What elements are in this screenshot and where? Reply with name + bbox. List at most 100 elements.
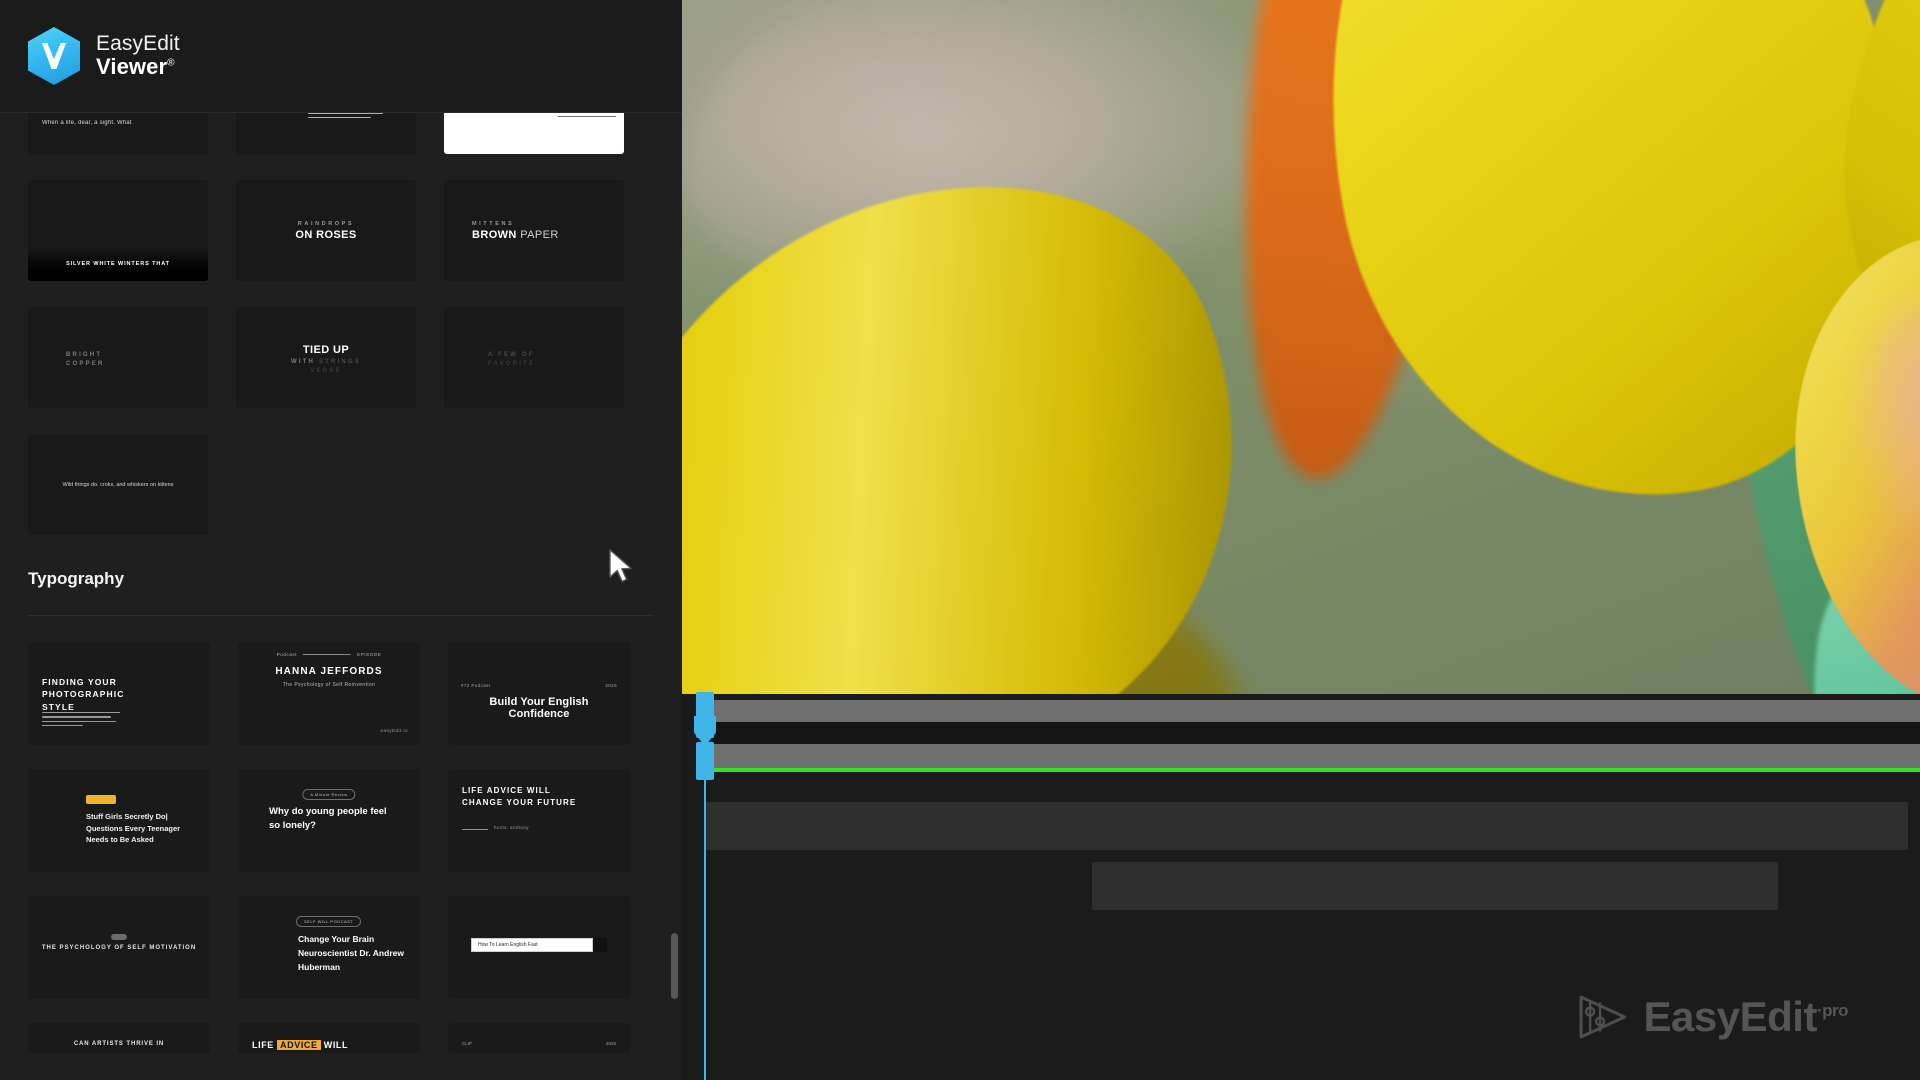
card-line-1: A FEW OF	[488, 351, 535, 358]
card-title: BROWN PAPER	[472, 228, 559, 241]
badge-highlight	[86, 795, 116, 804]
headline-highlight: ADVICE	[277, 1040, 321, 1050]
templates-grid: When a life, dear, a sight. What SILVER …	[28, 113, 654, 535]
app-root: EasyEdit Viewer® When a life, dear, a si…	[0, 0, 1920, 1080]
meta-right: 2025	[605, 683, 617, 689]
card-headline-line-1: LIFE ADVICE WILL	[462, 786, 551, 795]
registered-mark: ®	[167, 58, 175, 70]
lower-third-bar: SILVER WHITE WINTERS THAT	[28, 247, 208, 281]
card-subtitle: WITH STRINGS	[290, 358, 362, 365]
template-card-raindrops-on-roses[interactable]: RAINDROPS ON ROSES	[236, 180, 416, 281]
meta-right: 2025	[605, 1041, 616, 1046]
template-card-bright-copper[interactable]: BRIGHT COPPER	[28, 307, 208, 408]
document-lines-graphic	[558, 113, 616, 121]
typography-grid: FINDING YOUR PHOTOGRAPHIC STYLE Podcast	[28, 642, 654, 1053]
section-title: Typography	[28, 569, 125, 588]
template-quote-text: When a life, dear, a sight. What	[42, 120, 132, 126]
meta-rule	[303, 654, 352, 655]
card-meta-row: #72 Podcast 2025	[461, 683, 617, 688]
headline-post: WILL	[323, 1040, 349, 1050]
brand-name-line2: Viewer®	[96, 54, 175, 80]
card-headline: LIFE ADVICE WILL	[252, 1040, 348, 1050]
hexagon-v-logo-icon	[28, 27, 80, 85]
typography-card-finding-your-photographic-style[interactable]: FINDING YOUR PHOTOGRAPHIC STYLE	[28, 642, 210, 745]
playhead-handle-bottom[interactable]	[696, 742, 714, 780]
brand-text: EasyEdit Viewer®	[96, 32, 180, 80]
card-body-text: Stuff Girls Secretly Do| Questions Every…	[86, 812, 181, 845]
play-sliders-icon	[1579, 995, 1626, 1039]
meta-left: CLIP	[462, 1041, 473, 1046]
card-corner-label: easyEdit.io	[380, 728, 408, 733]
timeline-track-video-upper[interactable]	[704, 700, 1920, 722]
card-stacked-title: Change Your Brain Neuroscientist Dr. And…	[298, 934, 404, 973]
typography-card-how-to-learn-english-fast[interactable]: How To Learn English Fast	[448, 896, 630, 999]
timeline-panel[interactable]: EasyEdit·pro	[682, 692, 1920, 1080]
typography-card-stuff-girls-secretly-do[interactable]: Stuff Girls Secretly Do| Questions Every…	[28, 769, 210, 872]
timeline-clip-mid[interactable]	[1092, 862, 1778, 910]
card-line-1: BRIGHT	[66, 351, 103, 358]
template-card-kittens-caption[interactable]: Wild things do. croks, and whiskers on k…	[28, 434, 208, 535]
typography-card-life-advice-will-highlight[interactable]: LIFE ADVICE WILL	[238, 1023, 420, 1053]
template-card-a-few-of[interactable]: A FEW OF FAVORITE	[444, 307, 624, 408]
templates-scroll-area[interactable]: When a life, dear, a sight. What SILVER …	[0, 112, 682, 1080]
timeline-playhead[interactable]	[694, 692, 716, 1080]
card-caption: Wild things do. croks, and whiskers on k…	[62, 481, 174, 488]
card-headline: FINDING YOUR PHOTOGRAPHIC STYLE	[42, 677, 125, 712]
typography-card-life-advice-will-change-your-future[interactable]: LIFE ADVICE WILL CHANGE YOUR FUTURE host…	[448, 769, 630, 872]
card-pill-label: SELF WILL PODCAST	[296, 916, 362, 927]
card-subtitle: The Psychology of Self Reinvention	[282, 682, 376, 688]
sidebar-scrollbar-thumb[interactable]	[671, 933, 678, 999]
card-title: ON ROSES	[295, 228, 357, 241]
meta-left: #72 Podcast	[461, 683, 491, 689]
card-headline: Build Your English Confidence	[489, 695, 589, 720]
typography-card-can-artists-thrive-in[interactable]: CAN ARTISTS THRIVE IN	[28, 1023, 210, 1053]
templates-sidebar: EasyEdit Viewer® When a life, dear, a si…	[0, 0, 682, 1080]
timeline-track-video-lower[interactable]	[704, 744, 1920, 768]
search-icon[interactable]	[593, 938, 607, 952]
timeline-audio-waveform-line[interactable]	[704, 768, 1920, 772]
template-card-quote[interactable]: When a life, dear, a sight. What	[28, 113, 208, 154]
template-card-paragraph-lines[interactable]	[236, 113, 416, 154]
timeline-track-transition[interactable]	[682, 722, 1920, 744]
card-meta-row: CLIP 2025	[462, 1041, 616, 1046]
easyedit-watermark: EasyEdit·pro	[1572, 988, 1849, 1046]
card-line-2: FAVORITE	[488, 360, 536, 367]
lower-third-text: SILVER WHITE WINTERS THAT	[66, 261, 170, 267]
card-caps-headline: THE PSYCHOLOGY OF SELF MOTIVATION	[41, 945, 197, 952]
search-input[interactable]: How To Learn English Fast	[471, 938, 593, 952]
card-pill-label	[111, 934, 127, 940]
editor-main: EasyEdit·pro	[682, 0, 1920, 1080]
card-line-2: COPPER	[66, 360, 105, 367]
card-kicker: RAINDROPS	[297, 220, 355, 227]
template-card-mittens-brown-paper[interactable]: MITTENS BROWN PAPER	[444, 180, 624, 281]
headline-pre: LIFE	[252, 1040, 274, 1050]
meta-right: EPISODE	[357, 652, 382, 657]
watermark-text: EasyEdit·pro	[1643, 993, 1849, 1040]
card-question: Why do young people feel so lonely?	[269, 806, 387, 831]
timeline-clip-wide[interactable]	[704, 802, 1908, 850]
card-caps-headline: CAN ARTISTS THRIVE IN	[73, 1041, 165, 1047]
template-card-tied-up-with-strings[interactable]: TIED UP WITH STRINGS VERSE	[236, 307, 416, 408]
card-meta-row: Podcast EPISODE	[277, 652, 382, 657]
typography-card-build-your-english-confidence[interactable]: #72 Podcast 2025 Build Your English Conf…	[448, 642, 630, 745]
divider-rule	[462, 829, 488, 830]
card-headline-line-2: CHANGE YOUR FUTURE	[462, 797, 577, 807]
template-card-lower-third[interactable]: SILVER WHITE WINTERS THAT	[28, 180, 208, 281]
search-bar-graphic[interactable]: How To Learn English Fast	[471, 938, 607, 952]
typography-card-hanna-jeffords[interactable]: Podcast EPISODE HANNA JEFFORDS The Psych…	[238, 642, 420, 745]
card-subtitle-2: VERSE	[310, 367, 342, 374]
card-kicker: MITTENS	[472, 220, 515, 227]
typography-card-the-psychology-of-self-motivation[interactable]: THE PSYCHOLOGY OF SELF MOTIVATION	[28, 896, 210, 999]
video-preview[interactable]	[682, 0, 1920, 694]
card-title: TIED UP	[302, 343, 350, 356]
template-card-white-document[interactable]	[444, 113, 624, 154]
card-host-label: hosts: anthony	[494, 825, 529, 830]
preview-artwork	[682, 0, 1920, 694]
typography-card-why-do-young-people-feel-so-lonely[interactable]: A Minute Review Why do young people feel…	[238, 769, 420, 872]
typography-section-header: Typography	[28, 569, 654, 616]
card-name: HANNA JEFFORDS	[275, 666, 383, 677]
watermark-suffix: ·pro	[1816, 1001, 1849, 1020]
typography-card-meta-partial[interactable]: CLIP 2025	[448, 1023, 630, 1053]
body-lines-graphic	[42, 712, 120, 729]
typography-card-change-your-brain-huberman[interactable]: SELF WILL PODCAST Change Your Brain Neur…	[238, 896, 420, 999]
